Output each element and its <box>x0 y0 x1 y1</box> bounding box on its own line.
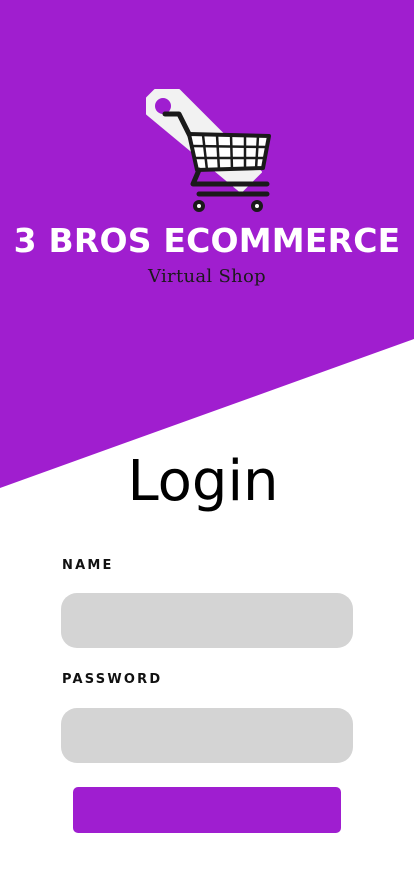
page-title: Login <box>127 449 279 514</box>
brand-title: 3 BROS ECOMMERCE <box>13 221 401 260</box>
login-screen: 3 BROS ECOMMERCE Virtual Shop Login NAME… <box>0 0 414 896</box>
brand-subtitle: Virtual Shop <box>148 266 266 287</box>
name-input[interactable] <box>61 593 353 648</box>
password-input[interactable] <box>61 708 353 763</box>
name-label: NAME <box>62 558 114 573</box>
login-button[interactable] <box>73 787 341 833</box>
shopping-cart-tag-icon <box>146 89 271 212</box>
password-label: PASSWORD <box>62 672 163 687</box>
